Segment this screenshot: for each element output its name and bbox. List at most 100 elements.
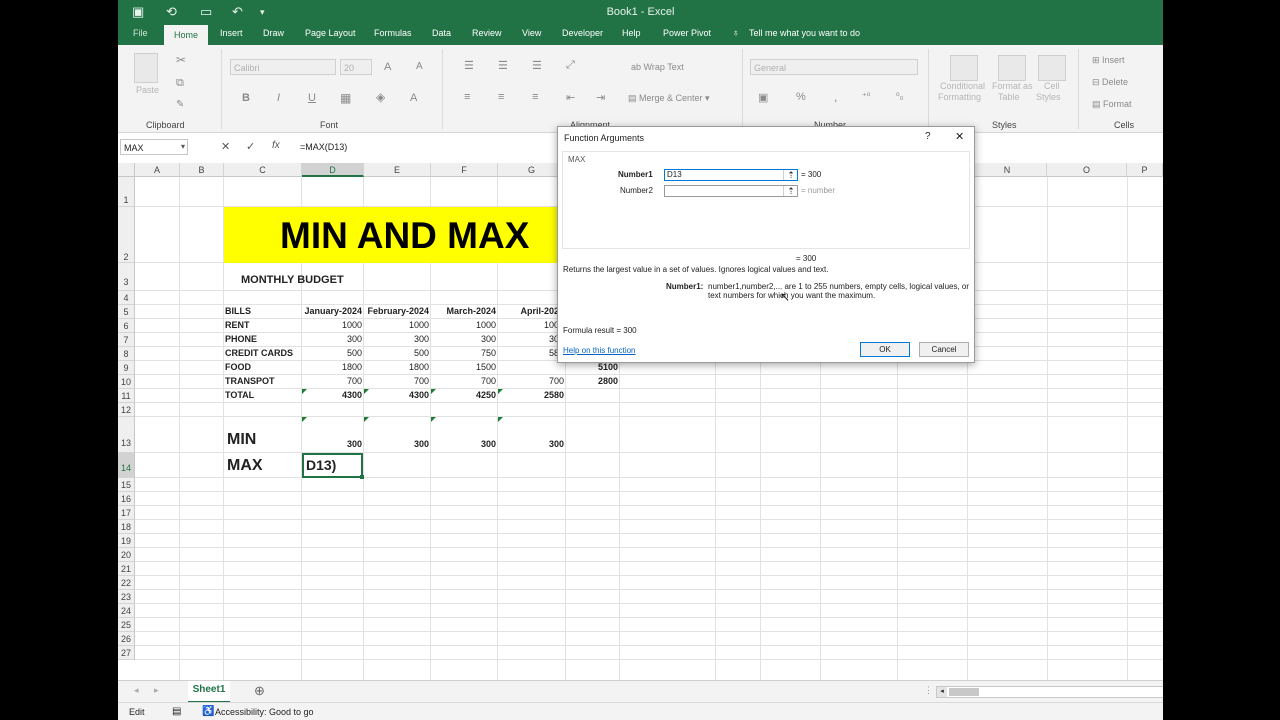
cell-d11[interactable]: 4300 (302, 390, 362, 400)
next-sheet-icon[interactable]: ▸ (154, 685, 159, 696)
arg1-collapse-icon[interactable]: ⇡ (783, 170, 798, 180)
label-total[interactable]: TOTAL (225, 390, 254, 400)
tab-review[interactable]: Review (472, 28, 502, 38)
add-sheet-icon[interactable]: ⊕ (254, 683, 265, 699)
prev-sheet-icon[interactable]: ◂ (134, 685, 139, 696)
cell-f8[interactable]: 750 (431, 348, 496, 358)
header-mar[interactable]: March-2024 (431, 306, 496, 316)
row-header-11[interactable]: 11 (118, 389, 135, 403)
format-painter-icon[interactable]: ✎ (176, 99, 184, 110)
header-jan[interactable]: January-2024 (302, 306, 362, 316)
align-bottom-icon[interactable]: ☰ (532, 59, 542, 72)
horizontal-scrollbar[interactable]: ◂ (936, 686, 1163, 698)
arg2-input[interactable] (664, 185, 798, 197)
conditional-formatting-label-2[interactable]: Formatting (938, 92, 981, 102)
macro-record-icon[interactable]: ▤ (172, 706, 181, 717)
tab-page-layout[interactable]: Page Layout (305, 28, 356, 38)
row-header-8[interactable]: 8 (118, 347, 135, 361)
arg1-input[interactable]: D13 (664, 169, 798, 181)
error-indicator[interactable] (431, 389, 436, 394)
tab-formulas[interactable]: Formulas (374, 28, 412, 38)
comma-button[interactable]: , (834, 90, 837, 104)
merge-center-button[interactable]: ▤ Merge & Center ▾ (628, 93, 710, 104)
row-header-10[interactable]: 10 (118, 375, 135, 389)
column-header-b[interactable]: B (180, 163, 224, 177)
error-indicator[interactable] (364, 417, 369, 422)
tell-me-search[interactable]: Tell me what you want to do (749, 28, 860, 38)
column-header-d[interactable]: D (302, 163, 364, 177)
min-label[interactable]: MIN (227, 431, 256, 449)
active-cell-d14[interactable]: D13) (302, 453, 363, 478)
cell-f9[interactable]: 1500 (431, 362, 496, 372)
cell-f6[interactable]: 1000 (431, 320, 496, 330)
accessibility-icon[interactable]: ♿ (202, 706, 214, 717)
currency-icon[interactable]: ▣ (758, 91, 768, 104)
row-header-6[interactable]: 6 (118, 319, 135, 333)
cell-d7[interactable]: 300 (302, 334, 362, 344)
cell-d6[interactable]: 1000 (302, 320, 362, 330)
conditional-formatting-icon[interactable] (950, 55, 978, 81)
font-name-select[interactable]: Calibri (230, 59, 336, 75)
cell-g11[interactable]: 2580 (498, 390, 564, 400)
column-header-e[interactable]: E (364, 163, 431, 177)
format-as-table-label[interactable]: Format as (992, 81, 1033, 91)
max-label[interactable]: MAX (227, 457, 263, 475)
row-header-22[interactable]: 22 (118, 576, 135, 590)
wrap-text-button[interactable]: ab Wrap Text (631, 62, 684, 72)
row-header-16[interactable]: 16 (118, 492, 135, 506)
arg2-collapse-icon[interactable]: ⇡ (783, 186, 798, 196)
row-header-1[interactable]: 1 (118, 177, 135, 207)
cell-e13[interactable]: 300 (364, 439, 429, 449)
bold-button[interactable]: B (242, 92, 250, 104)
tab-view[interactable]: View (522, 28, 541, 38)
scroll-thumb[interactable] (949, 688, 979, 696)
copy-icon[interactable]: ⧉ (176, 77, 184, 90)
tab-help[interactable]: Help (622, 28, 641, 38)
delete-cells-button[interactable]: ⊟ Delete (1092, 77, 1128, 88)
label-food[interactable]: FOOD (225, 362, 251, 372)
orientation-icon[interactable]: ⤢ (566, 59, 575, 72)
row-header-20[interactable]: 20 (118, 548, 135, 562)
cell-f13[interactable]: 300 (431, 439, 496, 449)
tab-data[interactable]: Data (432, 28, 451, 38)
paste-icon[interactable] (134, 53, 158, 83)
cell-e8[interactable]: 500 (364, 348, 429, 358)
cell-g13[interactable]: 300 (498, 439, 564, 449)
format-as-table-label-2[interactable]: Table (998, 92, 1020, 102)
row-header-17[interactable]: 17 (118, 506, 135, 520)
ok-button[interactable]: OK (860, 342, 910, 357)
name-box[interactable]: MAX (120, 139, 188, 155)
tab-draw[interactable]: Draw (263, 28, 284, 38)
row-header-12[interactable]: 12 (118, 403, 135, 417)
cell-styles-label-2[interactable]: Styles (1036, 92, 1061, 102)
row-header-25[interactable]: 25 (118, 618, 135, 632)
fill-color-icon[interactable]: ◈ (376, 90, 385, 104)
cell-e11[interactable]: 4300 (364, 390, 429, 400)
italic-button[interactable]: I (277, 92, 280, 104)
accessibility-status[interactable]: Accessibility: Good to go (215, 707, 314, 717)
cell-f10[interactable]: 700 (431, 376, 496, 386)
font-size-select[interactable]: 20 (340, 59, 372, 75)
format-cells-button[interactable]: ▤ Format (1092, 99, 1132, 110)
error-indicator[interactable] (302, 417, 307, 422)
column-header-p[interactable]: P (1127, 163, 1163, 177)
column-header-o[interactable]: O (1047, 163, 1127, 177)
decrease-indent-icon[interactable]: ⇤ (566, 91, 575, 104)
enter-formula-button[interactable]: ✓ (246, 140, 255, 153)
row-header-15[interactable]: 15 (118, 478, 135, 492)
format-as-table-icon[interactable] (998, 55, 1026, 81)
increase-font-icon[interactable]: A (384, 61, 391, 73)
row-header-23[interactable]: 23 (118, 590, 135, 604)
cell-g8[interactable]: 580 (498, 348, 564, 358)
tab-power-pivot[interactable]: Power Pivot (663, 28, 711, 38)
cell-f11[interactable]: 4250 (431, 390, 496, 400)
increase-indent-icon[interactable]: ⇥ (596, 91, 605, 104)
paste-label[interactable]: Paste (136, 85, 159, 95)
cell-f7[interactable]: 300 (431, 334, 496, 344)
align-center-icon[interactable]: ≡ (498, 91, 504, 103)
cell-styles-label[interactable]: Cell (1044, 81, 1060, 91)
row-header-24[interactable]: 24 (118, 604, 135, 618)
row-header-7[interactable]: 7 (118, 333, 135, 347)
sheet-tab-sheet1[interactable]: Sheet1 (188, 681, 230, 703)
underline-button[interactable]: U (308, 92, 316, 104)
